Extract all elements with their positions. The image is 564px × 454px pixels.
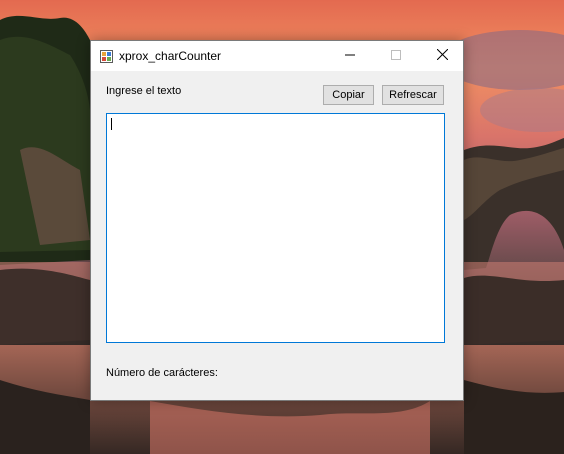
window-title: xprox_charCounter [119, 49, 222, 63]
copy-button[interactable]: Copiar [323, 85, 374, 105]
refresh-button[interactable]: Refrescar [382, 85, 444, 105]
window-client-area: Ingrese el texto Copiar Refrescar Número… [91, 71, 463, 400]
text-input-area[interactable] [106, 113, 445, 343]
app-window: xprox_charCounter Ingrese el texto Copia… [90, 40, 464, 401]
minimize-button[interactable] [327, 41, 373, 71]
maximize-icon [391, 47, 401, 65]
maximize-button[interactable] [373, 41, 419, 71]
app-icon [100, 50, 113, 63]
character-count-label: Número de carácteres: [106, 367, 218, 379]
close-icon [436, 47, 448, 65]
text-caret [111, 118, 112, 130]
close-button[interactable] [419, 41, 465, 71]
input-label: Ingrese el texto [106, 85, 182, 97]
minimize-icon [345, 47, 355, 65]
title-bar[interactable]: xprox_charCounter [91, 41, 463, 71]
